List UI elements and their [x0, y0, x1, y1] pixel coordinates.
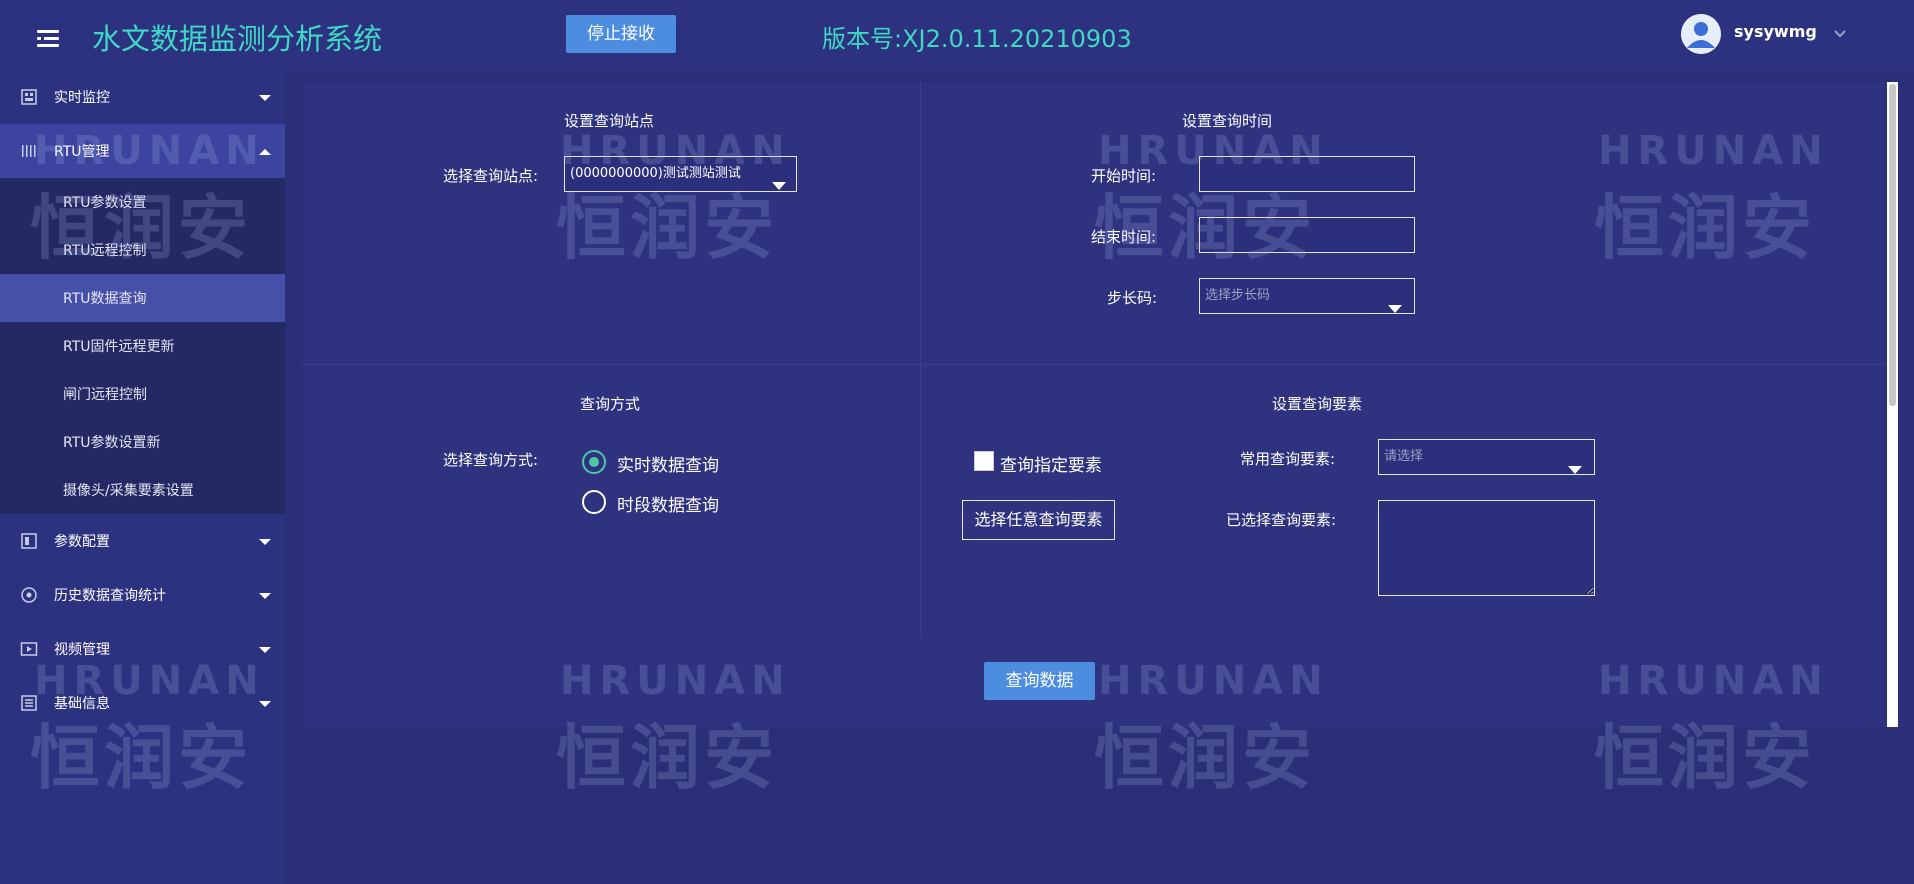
specify-element-checkbox[interactable]: [974, 451, 994, 471]
username[interactable]: sysywmg: [1734, 22, 1817, 41]
book-icon: [20, 694, 38, 712]
station-label: 选择查询站点:: [443, 167, 539, 185]
radio-realtime-query[interactable]: [582, 450, 606, 474]
sidebar-group-label: 参数配置: [54, 534, 110, 550]
step-code-label: 步长码:: [1107, 289, 1158, 307]
sidebar-item-rtu-param-setting[interactable]: RTU参数设置: [0, 178, 285, 226]
specify-element-label[interactable]: 查询指定要素: [1000, 451, 1102, 476]
sidebar-item-label: RTU参数设置: [63, 195, 147, 211]
choose-element-button[interactable]: 选择任意查询要素: [962, 500, 1115, 540]
sidebar-group-label: 实时监控: [54, 90, 110, 106]
sidebar-item-label: RTU参数设置新: [63, 435, 161, 451]
rtu-bars-icon: [20, 142, 38, 160]
caret-down-icon: [258, 586, 272, 599]
sidebar-item-label: RTU固件远程更新: [63, 339, 175, 355]
sidebar-group-label: 基础信息: [54, 696, 110, 712]
station-section-title: 设置查询站点: [564, 112, 655, 130]
sidebar-group-basic-info[interactable]: 基础信息: [0, 676, 285, 730]
sidebar-group-rtu-management[interactable]: RTU管理: [0, 124, 285, 178]
top-header: 水文数据监测分析系统 停止接收 版本号:XJ2.0.11.20210903 sy…: [0, 0, 1914, 70]
hamburger-menu-icon[interactable]: [37, 29, 59, 47]
target-icon: [20, 586, 38, 604]
sidebar-item-label: 闸门远程控制: [63, 387, 147, 403]
sidebar-group-history-stats[interactable]: 历史数据查询统计: [0, 568, 285, 622]
vertical-divider: [920, 82, 921, 637]
version-label: 版本号:XJ2.0.11.20210903: [822, 25, 1132, 53]
caret-up-icon: [258, 142, 272, 155]
caret-down-icon: [1388, 293, 1402, 313]
caret-down-icon: [258, 88, 272, 101]
selected-element-label: 已选择查询要素:: [1226, 511, 1337, 529]
sidebar-group-label: RTU管理: [54, 144, 110, 160]
app-title: 水文数据监测分析系统: [92, 22, 383, 56]
step-code-placeholder: 选择步长码: [1205, 288, 1271, 303]
mode-label: 选择查询方式:: [443, 451, 539, 469]
sidebar-item-label: 摄像头/采集要素设置: [63, 483, 194, 499]
element-section-title: 设置查询要素: [1272, 395, 1363, 413]
selected-element-textarea[interactable]: [1378, 500, 1595, 596]
station-select-value: (0000000000)测试测站测试: [570, 166, 741, 181]
sidebar-item-gate-remote-control[interactable]: 闸门远程控制: [0, 370, 285, 418]
sidebar-group-video-management[interactable]: 视频管理: [0, 622, 285, 676]
step-code-select[interactable]: 选择步长码: [1199, 278, 1415, 314]
document-icon: [20, 532, 38, 550]
end-time-input[interactable]: [1199, 217, 1415, 253]
user-avatar-icon[interactable]: [1681, 14, 1721, 54]
monitor-icon: [20, 88, 38, 106]
stop-receive-button[interactable]: 停止接收: [566, 15, 676, 53]
sidebar-item-rtu-firmware-update[interactable]: RTU固件远程更新: [0, 322, 285, 370]
video-play-icon: [20, 640, 38, 658]
sidebar-group-param-config[interactable]: 参数配置: [0, 514, 285, 568]
caret-down-icon: [258, 640, 272, 653]
caret-down-icon: [258, 694, 272, 707]
radio-label-realtime[interactable]: 实时数据查询: [617, 451, 719, 476]
caret-down-icon: [258, 532, 272, 545]
mode-section-title: 查询方式: [580, 395, 641, 413]
query-data-button[interactable]: 查询数据: [984, 662, 1095, 700]
scrollbar-thumb[interactable]: [1889, 84, 1896, 406]
horizontal-divider: [303, 364, 1887, 365]
start-time-input[interactable]: [1199, 156, 1415, 192]
caret-down-icon: [1568, 454, 1582, 474]
sidebar-item-rtu-remote-control[interactable]: RTU远程控制: [0, 226, 285, 274]
sidebar-group-realtime-monitor[interactable]: 实时监控: [0, 70, 285, 124]
sidebar-item-rtu-param-setting-new[interactable]: RTU参数设置新: [0, 418, 285, 466]
sidebar-item-camera-element-setting[interactable]: 摄像头/采集要素设置: [0, 466, 285, 514]
end-time-label: 结束时间:: [1091, 228, 1157, 246]
sidebar-item-rtu-data-query[interactable]: RTU数据查询: [0, 274, 285, 322]
sidebar-group-label: 视频管理: [54, 642, 110, 658]
radio-period-query[interactable]: [582, 490, 606, 514]
sidebar-item-label: RTU远程控制: [63, 243, 147, 259]
time-section-title: 设置查询时间: [1182, 112, 1273, 130]
sidebar-item-label: RTU数据查询: [63, 291, 147, 307]
caret-down-icon: [772, 170, 786, 190]
station-select[interactable]: (0000000000)测试测站测试: [564, 156, 797, 192]
common-element-label: 常用查询要素:: [1240, 450, 1336, 468]
sidebar-group-label: 历史数据查询统计: [54, 588, 166, 604]
radio-label-period[interactable]: 时段数据查询: [617, 491, 719, 516]
common-element-placeholder: 请选择: [1384, 449, 1424, 464]
start-time-label: 开始时间:: [1091, 167, 1157, 185]
sidebar: 实时监控 RTU管理 RTU参数设置 RTU远程控制 RTU数据查询 RTU固件…: [0, 70, 285, 884]
common-element-select[interactable]: 请选择: [1378, 439, 1595, 475]
chevron-down-icon[interactable]: [1832, 26, 1848, 42]
